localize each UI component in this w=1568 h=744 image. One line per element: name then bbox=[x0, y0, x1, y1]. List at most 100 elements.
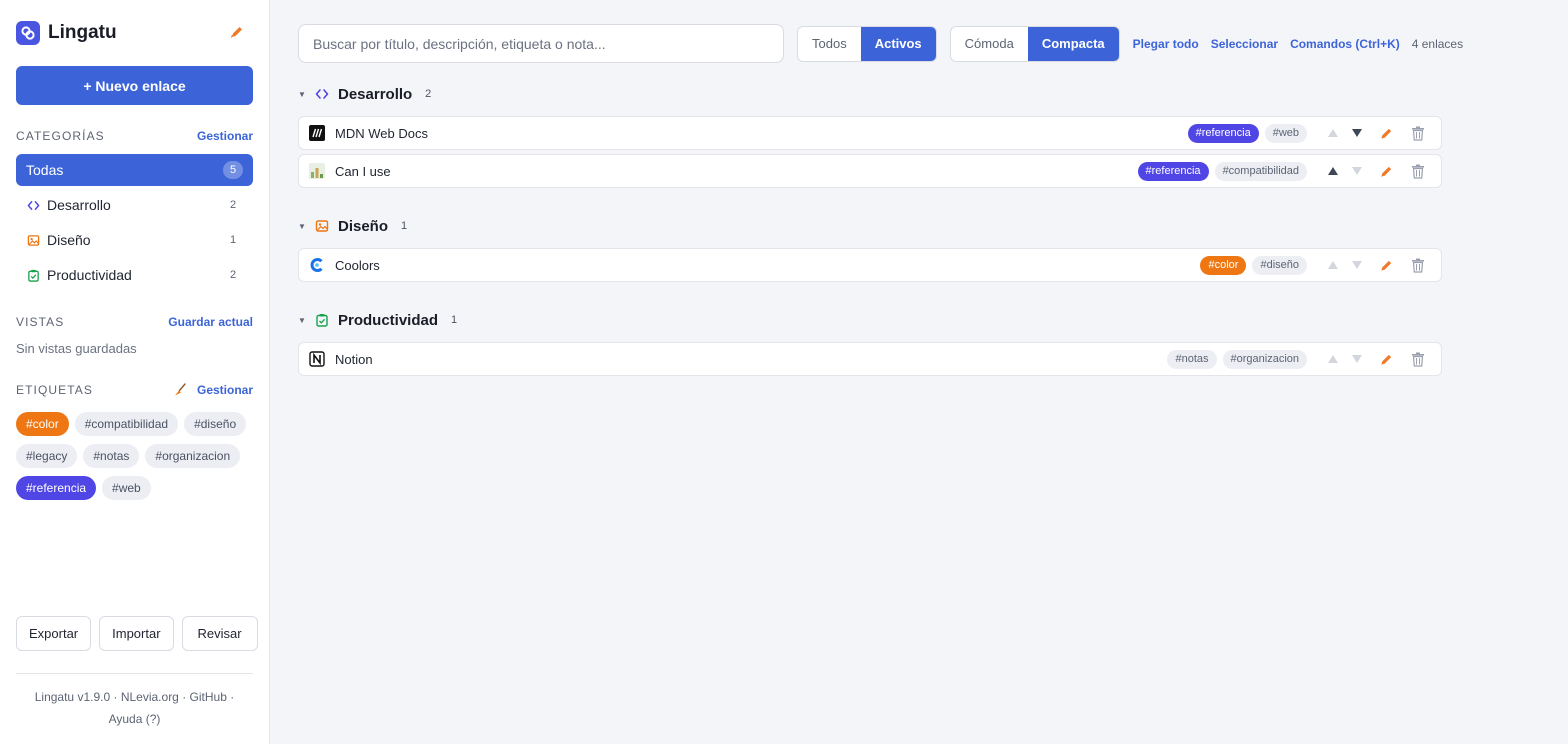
site-link[interactable]: NLevia.org bbox=[121, 690, 179, 704]
manage-tags-link[interactable]: Gestionar bbox=[197, 383, 253, 397]
clipboard-check-icon bbox=[26, 268, 40, 282]
link-actions bbox=[1321, 347, 1431, 371]
move-up-icon[interactable] bbox=[1321, 121, 1345, 145]
link-title[interactable]: Notion bbox=[335, 352, 1167, 367]
tag-web[interactable]: #web bbox=[102, 476, 151, 500]
footer-actions: Exportar Importar Revisar bbox=[16, 616, 258, 651]
notion-favicon-icon bbox=[309, 351, 325, 367]
category-count: 2 bbox=[229, 199, 237, 211]
category-item-desarrollo[interactable]: Desarrollo 2 bbox=[16, 189, 253, 221]
link-row[interactable]: Notion #notas #organizacion bbox=[298, 342, 1442, 376]
link-row[interactable]: Coolors #color #diseño bbox=[298, 248, 1442, 282]
tag-diseno[interactable]: #diseño bbox=[1252, 255, 1307, 275]
image-icon bbox=[315, 219, 329, 233]
category-count: 1 bbox=[229, 234, 237, 246]
views-header: VISTAS Guardar actual bbox=[16, 315, 253, 329]
tag-compatibilidad[interactable]: #compatibilidad bbox=[74, 412, 179, 436]
group-count: 1 bbox=[450, 314, 458, 326]
category-label: Desarrollo bbox=[47, 197, 111, 213]
edit-pencil-icon[interactable] bbox=[1373, 253, 1400, 277]
link-title[interactable]: Can I use bbox=[335, 164, 1138, 179]
import-button[interactable]: Importar bbox=[99, 616, 174, 651]
help-link[interactable]: Ayuda (?) bbox=[109, 712, 161, 726]
caret-down-icon[interactable]: ▼ bbox=[298, 222, 308, 231]
edit-pencil-icon[interactable] bbox=[1373, 159, 1400, 183]
caret-down-icon[interactable]: ▼ bbox=[298, 90, 308, 99]
trash-icon[interactable] bbox=[1404, 159, 1431, 183]
separator: · bbox=[113, 690, 118, 704]
tag-legacy[interactable]: #legacy bbox=[16, 444, 78, 468]
link-tags: #color #diseño bbox=[1200, 255, 1307, 275]
group-name: Diseño bbox=[338, 217, 389, 235]
category-count: 5 bbox=[223, 161, 243, 179]
filter-all-button[interactable]: Todos bbox=[798, 27, 861, 61]
review-button[interactable]: Revisar bbox=[181, 616, 258, 651]
move-down-icon[interactable] bbox=[1345, 347, 1369, 371]
mdn-favicon-icon bbox=[309, 125, 325, 141]
tag-color[interactable]: #color bbox=[16, 412, 69, 436]
density-comfortable-button[interactable]: Cómoda bbox=[951, 27, 1028, 61]
link-actions bbox=[1321, 121, 1431, 145]
edit-pencil-icon[interactable] bbox=[1373, 121, 1400, 145]
group-header-desarrollo[interactable]: ▼ Desarrollo 2 bbox=[298, 83, 437, 105]
trash-icon[interactable] bbox=[1404, 253, 1431, 277]
tag-notas[interactable]: #notas bbox=[83, 444, 140, 468]
edit-pencil-icon[interactable] bbox=[1373, 347, 1400, 371]
tag-color[interactable]: #color bbox=[1200, 255, 1247, 275]
category-item-productividad[interactable]: Productividad 2 bbox=[16, 259, 253, 291]
categories-header: CATEGORÍAS Gestionar bbox=[16, 129, 253, 143]
move-up-icon[interactable] bbox=[1321, 253, 1345, 277]
move-down-icon[interactable] bbox=[1345, 253, 1369, 277]
toolbar: Todos Activos Cómoda Compacta Plegar tod… bbox=[298, 24, 1463, 63]
density-toggle: Cómoda Compacta bbox=[949, 25, 1120, 62]
export-button[interactable]: Exportar bbox=[16, 616, 92, 651]
tag-diseno[interactable]: #diseño bbox=[184, 412, 247, 436]
filter-toggle: Todos Activos bbox=[797, 25, 937, 62]
commands-link[interactable]: Comandos (Ctrl+K) bbox=[1290, 37, 1400, 51]
move-up-icon[interactable] bbox=[1321, 347, 1345, 371]
tag-referencia[interactable]: #referencia bbox=[16, 476, 97, 500]
caret-down-icon[interactable]: ▼ bbox=[298, 316, 308, 325]
tag-organizacion[interactable]: #organizacion bbox=[1222, 349, 1307, 369]
broom-icon[interactable] bbox=[173, 383, 187, 397]
edit-title-pencil-icon[interactable] bbox=[228, 23, 246, 41]
filter-active-button[interactable]: Activos bbox=[860, 26, 936, 61]
link-title[interactable]: MDN Web Docs bbox=[335, 126, 1188, 141]
move-down-icon[interactable] bbox=[1345, 159, 1369, 183]
tag-notas[interactable]: #notas bbox=[1167, 349, 1217, 369]
select-link[interactable]: Seleccionar bbox=[1211, 37, 1278, 51]
group-header-diseno[interactable]: ▼ Diseño 1 bbox=[298, 215, 413, 237]
link-row[interactable]: MDN Web Docs #referencia #web bbox=[298, 116, 1442, 150]
tags-title: ETIQUETAS bbox=[16, 383, 94, 397]
trash-icon[interactable] bbox=[1404, 347, 1431, 371]
image-icon bbox=[26, 233, 40, 247]
link-logo-icon bbox=[16, 21, 40, 45]
brand[interactable]: Lingatu bbox=[16, 20, 117, 46]
sidebar: Lingatu + Nuevo enlace CATEGORÍAS Gestio… bbox=[0, 0, 270, 744]
move-up-icon[interactable] bbox=[1321, 159, 1345, 183]
footer-divider bbox=[16, 673, 253, 674]
tag-referencia[interactable]: #referencia bbox=[1137, 161, 1209, 181]
manage-categories-link[interactable]: Gestionar bbox=[197, 129, 253, 143]
trash-icon[interactable] bbox=[1404, 121, 1431, 145]
category-item-todas[interactable]: Todas 5 bbox=[16, 154, 253, 186]
category-list: Todas 5 Desarrollo 2 Diseño 1 Productivi… bbox=[16, 154, 253, 294]
link-title[interactable]: Coolors bbox=[335, 258, 1200, 273]
tag-referencia[interactable]: #referencia bbox=[1187, 123, 1259, 143]
save-view-link[interactable]: Guardar actual bbox=[168, 315, 253, 329]
clipboard-check-icon bbox=[315, 313, 329, 327]
collapse-all-link[interactable]: Plegar todo bbox=[1133, 37, 1199, 51]
density-compact-button[interactable]: Compacta bbox=[1027, 26, 1119, 61]
tag-compatibilidad[interactable]: #compatibilidad bbox=[1214, 161, 1307, 181]
search-input[interactable] bbox=[298, 24, 784, 63]
new-link-button[interactable]: + Nuevo enlace bbox=[16, 66, 253, 105]
group-count: 2 bbox=[425, 88, 432, 100]
group-header-productividad[interactable]: ▼ Productividad 1 bbox=[298, 309, 463, 331]
category-item-diseno[interactable]: Diseño 1 bbox=[16, 224, 253, 256]
tag-organizacion[interactable]: #organizacion bbox=[145, 444, 241, 468]
move-down-icon[interactable] bbox=[1345, 121, 1369, 145]
tag-web[interactable]: #web bbox=[1264, 123, 1307, 143]
link-row[interactable]: Can I use #referencia #compatibilidad bbox=[298, 154, 1442, 188]
category-count: 2 bbox=[229, 269, 237, 281]
github-link[interactable]: GitHub bbox=[190, 690, 227, 704]
